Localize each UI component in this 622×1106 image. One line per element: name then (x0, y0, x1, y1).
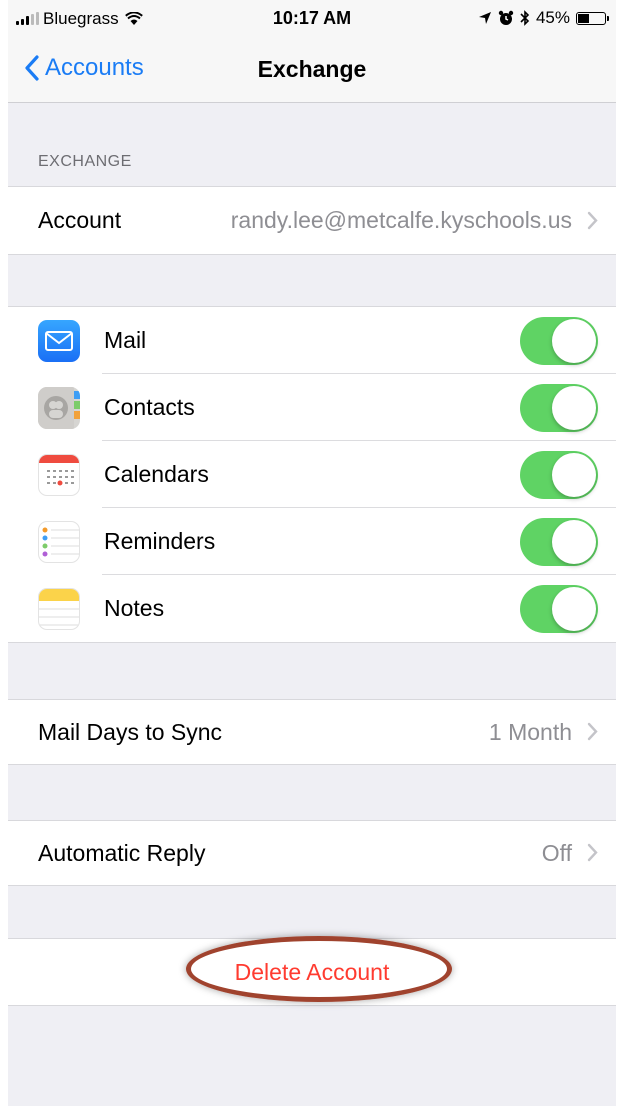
calendars-toggle[interactable] (520, 451, 598, 499)
notes-icon (38, 588, 80, 630)
reminders-icon (38, 521, 80, 563)
service-label-contacts: Contacts (104, 394, 195, 420)
delete-account-button[interactable]: Delete Account (8, 939, 616, 1005)
bluetooth-icon (520, 10, 530, 26)
contacts-icon (38, 387, 80, 429)
status-right: 45% (478, 8, 609, 28)
alarm-icon (498, 10, 514, 25)
battery-icon (576, 11, 609, 25)
service-row-notes: Notes (8, 575, 616, 642)
chevron-right-icon (587, 722, 598, 741)
navigation-bar: Accounts Exchange (8, 40, 616, 103)
section-header-exchange: EXCHANGE (38, 153, 132, 170)
sync-group: Mail Days to Sync 1 Month (8, 699, 616, 765)
reply-group: Automatic Reply Off (8, 820, 616, 886)
status-bar: Bluegrass 10:17 AM 45% (8, 0, 616, 40)
service-label-reminders: Reminders (104, 528, 216, 554)
contacts-toggle[interactable] (520, 384, 598, 432)
automatic-reply-value: Off (541, 839, 572, 866)
account-group: Account randy.lee@metcalfe.kyschools.us (8, 186, 616, 255)
service-row-mail: Mail (8, 307, 616, 374)
page-title: Exchange (257, 56, 367, 82)
mail-toggle[interactable] (520, 317, 598, 365)
reminders-toggle[interactable] (520, 518, 598, 566)
service-row-reminders: Reminders (8, 508, 616, 575)
automatic-reply-label: Automatic Reply (38, 839, 206, 866)
automatic-reply-row[interactable]: Automatic Reply Off (8, 821, 616, 885)
account-row[interactable]: Account randy.lee@metcalfe.kyschools.us (8, 187, 616, 254)
service-row-contacts: Contacts (8, 374, 616, 441)
chevron-right-icon (587, 843, 598, 862)
delete-group: Delete Account (8, 938, 616, 1006)
account-label: Account (38, 207, 122, 233)
notes-toggle[interactable] (520, 585, 598, 633)
service-label-calendars: Calendars (104, 461, 209, 487)
location-icon (478, 12, 491, 24)
mail-icon (38, 320, 80, 362)
account-value: randy.lee@metcalfe.kyschools.us (230, 207, 572, 233)
service-label-mail: Mail (104, 327, 147, 353)
mail-days-value: 1 Month (488, 718, 572, 745)
mail-days-label: Mail Days to Sync (38, 718, 223, 745)
chevron-right-icon (587, 211, 598, 230)
service-label-notes: Notes (104, 595, 165, 621)
mail-days-row[interactable]: Mail Days to Sync 1 Month (8, 700, 616, 764)
battery-percent: 45% (535, 8, 570, 27)
services-group: Mail Contacts Calendars Reminders Notes (8, 306, 616, 643)
settings-screen: Bluegrass 10:17 AM 45% Accounts Exchange… (8, 0, 616, 1106)
service-row-calendars: Calendars (8, 441, 616, 508)
calendar-icon (38, 454, 80, 496)
